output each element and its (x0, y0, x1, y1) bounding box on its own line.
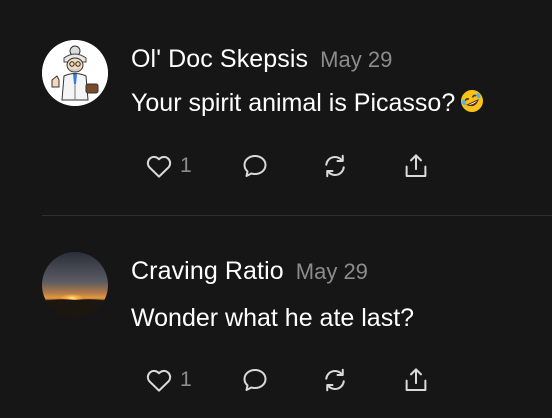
comment-text-content: Wonder what he ate last? (131, 304, 415, 332)
sunset-avatar (42, 252, 108, 318)
share-upload-icon (405, 368, 427, 391)
comment-date[interactable]: May 29 (320, 47, 392, 72)
like-count: 1 (180, 368, 192, 391)
author-name[interactable]: Craving Ratio (131, 257, 284, 285)
comment-header: Craving Ratio May 29 (131, 257, 368, 286)
author-name[interactable]: Ol' Doc Skepsis (131, 45, 308, 73)
reply-button[interactable] (240, 362, 270, 398)
speech-bubble-icon (243, 369, 267, 391)
rolling-laughing-emoji-icon (459, 88, 485, 121)
comment-header: Ol' Doc Skepsis May 29 (131, 45, 392, 74)
cartoon-doctor-avatar (42, 40, 108, 106)
comment-text: Your spirit animal is Picasso? (131, 88, 485, 121)
comment-text: Wonder what he ate last? (131, 304, 414, 333)
comment-item: Ol' Doc Skepsis May 29 Your spirit animal… (0, 0, 552, 215)
comment-item: Craving Ratio May 29 Wonder what he ate l… (0, 216, 552, 418)
comment-text-content: Your spirit animal is Picasso? (131, 89, 456, 117)
restack-button[interactable] (319, 148, 351, 184)
share-upload-icon (405, 154, 427, 177)
speech-bubble-icon (243, 155, 267, 177)
reply-button[interactable] (240, 148, 270, 184)
heart-icon (146, 155, 172, 178)
restack-arrows-icon (325, 154, 345, 178)
restack-arrows-icon (325, 368, 345, 392)
comment-date[interactable]: May 29 (296, 259, 368, 284)
share-button[interactable] (401, 362, 431, 398)
avatar[interactable] (42, 252, 108, 318)
share-button[interactable] (401, 148, 431, 184)
restack-button[interactable] (319, 362, 351, 398)
like-button[interactable]: 1 (144, 148, 192, 184)
avatar[interactable] (42, 40, 108, 106)
like-count: 1 (180, 154, 192, 177)
heart-icon (146, 369, 172, 392)
like-button[interactable]: 1 (144, 362, 192, 398)
